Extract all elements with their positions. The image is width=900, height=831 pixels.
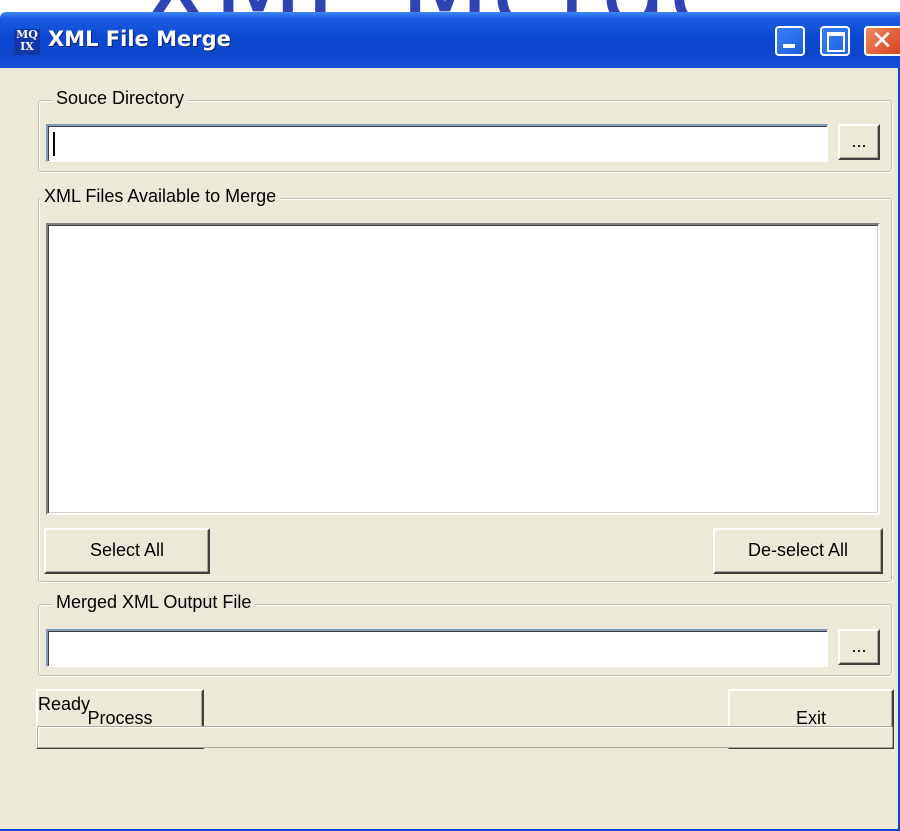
close-button[interactable]: ✕	[864, 26, 900, 56]
maximize-button[interactable]	[820, 26, 850, 56]
output-file-input[interactable]	[46, 629, 828, 667]
deselect-all-button[interactable]: De-select All	[713, 528, 883, 574]
source-browse-button[interactable]: ...	[838, 124, 880, 160]
xml-file-merge-window: MQ IX XML File Merge ✕ Souce Directory .…	[0, 0, 900, 831]
close-icon: ✕	[871, 26, 893, 56]
output-file-label: Merged XML Output File	[52, 592, 256, 613]
select-all-button[interactable]: Select All	[44, 528, 210, 574]
status-text: Ready	[38, 694, 91, 714]
progress-bar	[37, 726, 893, 748]
minimize-button[interactable]	[775, 26, 805, 56]
source-directory-label: Souce Directory	[52, 88, 189, 109]
title-bar[interactable]: MQ IX XML File Merge ✕	[0, 12, 900, 68]
xml-files-list[interactable]	[46, 223, 880, 515]
app-icon-text-bottom: IX	[20, 40, 34, 53]
app-icon: MQ IX	[14, 29, 40, 55]
xml-files-label: XML Files Available to Merge	[40, 186, 281, 207]
client-area: Souce Directory ... XML Files Available …	[0, 68, 900, 831]
output-browse-button[interactable]: ...	[838, 629, 880, 665]
text-caret	[53, 132, 55, 156]
source-directory-input[interactable]	[46, 124, 828, 162]
window-title: XML File Merge	[48, 27, 231, 51]
